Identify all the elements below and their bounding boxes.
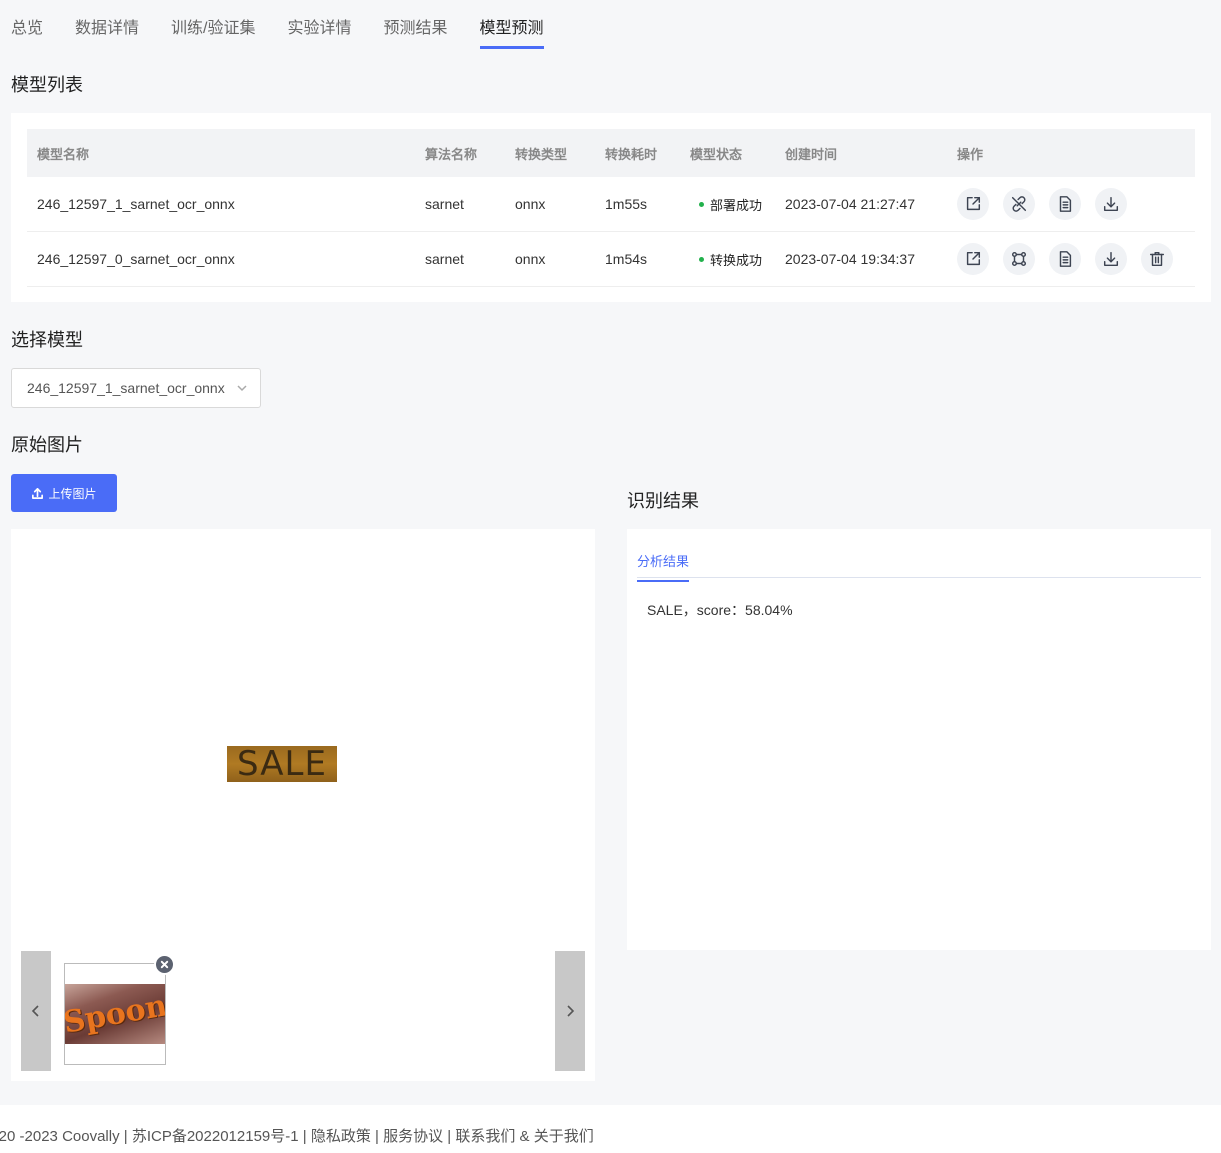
chevron-right-icon (567, 1005, 575, 1017)
tab-model-prediction[interactable]: 模型预测 (479, 18, 544, 49)
upload-icon (32, 487, 44, 499)
image-thumbnail[interactable]: Spoon (64, 963, 166, 1065)
created-time: 2023-07-04 21:27:47 (785, 196, 915, 212)
tab-bar: 总览 数据详情 训练/验证集 实验详情 预测结果 模型预测 (11, 18, 544, 49)
footer-text: 2020 -2023 Coovally | 苏ICP备2022012159号-1… (0, 1125, 594, 1146)
download-icon (1103, 196, 1119, 212)
column-header: 模型名称 (37, 146, 90, 162)
remove-thumbnail-button[interactable] (154, 954, 175, 975)
model-list-card: 模型名称 算法名称 转换类型 转换耗时 模型状态 创建时间 操作 246_125… (11, 113, 1211, 302)
service-agreement-link[interactable]: 服务协议 (383, 1128, 443, 1145)
tab-train-val-set[interactable]: 训练/验证集 (171, 18, 255, 49)
document-button[interactable] (1049, 188, 1081, 220)
convert-type: onnx (515, 251, 546, 267)
export-icon (966, 196, 981, 211)
chevron-down-icon (236, 381, 248, 393)
page: 总览 数据详情 训练/验证集 实验详情 预测结果 模型预测 模型列表 模型名称 … (0, 0, 1221, 1153)
model-name: 246_12597_0_sarnet_ocr_onnx (37, 251, 235, 267)
status-text: 转换成功 (710, 252, 763, 268)
tab-experiment-details[interactable]: 实验详情 (287, 18, 351, 49)
export-button[interactable] (957, 188, 989, 220)
next-image-button[interactable] (555, 951, 585, 1071)
column-header: 转换类型 (515, 146, 568, 162)
convert-type: onnx (515, 196, 546, 212)
deploy-icon (1011, 251, 1027, 267)
column-header: 创建时间 (785, 146, 838, 162)
convert-duration: 1m54s (605, 251, 648, 267)
document-icon (1059, 251, 1072, 267)
column-header: 模型状态 (690, 146, 743, 162)
tab-prediction-results[interactable]: 预测结果 (384, 18, 448, 49)
footer-separator: | (447, 1128, 452, 1145)
status-dot-icon (699, 256, 704, 262)
original-image-title: 原始图片 (11, 435, 83, 455)
link-button[interactable] (1003, 188, 1035, 220)
footer-copyright: 2020 -2023 Coovally | 苏ICP备2022012159号-1… (0, 1128, 307, 1145)
download-icon (1103, 251, 1119, 267)
model-status: 部署成功 (690, 195, 785, 214)
table-header: 模型名称 算法名称 转换类型 转换耗时 模型状态 创建时间 操作 (27, 129, 1195, 177)
column-header: 算法名称 (425, 146, 478, 162)
select-model-title: 选择模型 (11, 330, 83, 350)
model-select[interactable]: 246_12597_1_sarnet_ocr_onnx (11, 368, 261, 408)
document-button[interactable] (1049, 243, 1081, 275)
privacy-policy-link[interactable]: 隐私政策 (311, 1128, 371, 1145)
column-header: 转换耗时 (605, 146, 658, 162)
model-status: 转换成功 (690, 250, 785, 269)
upload-image-button[interactable]: 上传图片 (11, 474, 117, 512)
deploy-button[interactable] (1003, 243, 1035, 275)
tab-data-details[interactable]: 数据详情 (75, 18, 139, 49)
export-icon (966, 251, 981, 266)
preview-image-text: SALE (237, 744, 327, 784)
download-button[interactable] (1095, 243, 1127, 275)
thumbnail-image: Spoon (65, 984, 165, 1044)
column-header: 操作 (957, 146, 984, 162)
tab-overview[interactable]: 总览 (11, 18, 43, 49)
document-icon (1059, 196, 1072, 212)
prev-image-button[interactable] (21, 951, 51, 1071)
row-actions (955, 243, 1195, 275)
delete-button[interactable] (1141, 243, 1173, 275)
thumbnail-image-text: Spoon (65, 987, 165, 1041)
result-title: 识别结果 (627, 491, 699, 511)
created-time: 2023-07-04 19:34:37 (785, 251, 915, 267)
export-button[interactable] (957, 243, 989, 275)
image-panel: SALE Spoon (11, 529, 595, 1081)
model-name: 246_12597_1_sarnet_ocr_onnx (37, 196, 235, 212)
status-text: 部署成功 (710, 197, 763, 213)
download-button[interactable] (1095, 188, 1127, 220)
model-table: 模型名称 算法名称 转换类型 转换耗时 模型状态 创建时间 操作 246_125… (27, 129, 1195, 287)
table-row: 246_12597_0_sarnet_ocr_onnx sarnet onnx … (27, 232, 1195, 287)
preview-image: SALE (227, 746, 337, 782)
row-actions (955, 188, 1195, 220)
algorithm-name: sarnet (425, 251, 464, 267)
result-panel: 分析结果 SALE，score：58.04% (627, 529, 1211, 950)
table-row: 246_12597_1_sarnet_ocr_onnx sarnet onnx … (27, 177, 1195, 232)
algorithm-name: sarnet (425, 196, 464, 212)
footer: 2020 -2023 Coovally | 苏ICP备2022012159号-1… (0, 1105, 1221, 1153)
delete-icon (1149, 251, 1165, 267)
chevron-left-icon (31, 1005, 39, 1017)
link-icon (1011, 196, 1027, 212)
contact-about-link[interactable]: 联系我们 & 关于我们 (455, 1128, 593, 1145)
status-dot-icon (699, 201, 704, 207)
close-icon (160, 960, 169, 969)
convert-duration: 1m55s (605, 196, 648, 212)
result-text: SALE，score：58.04% (647, 602, 793, 618)
model-list-title: 模型列表 (11, 75, 83, 95)
footer-separator: | (375, 1128, 379, 1145)
model-select-value: 246_12597_1_sarnet_ocr_onnx (27, 380, 225, 396)
tab-divider (637, 577, 1201, 578)
upload-image-label: 上传图片 (48, 486, 97, 501)
